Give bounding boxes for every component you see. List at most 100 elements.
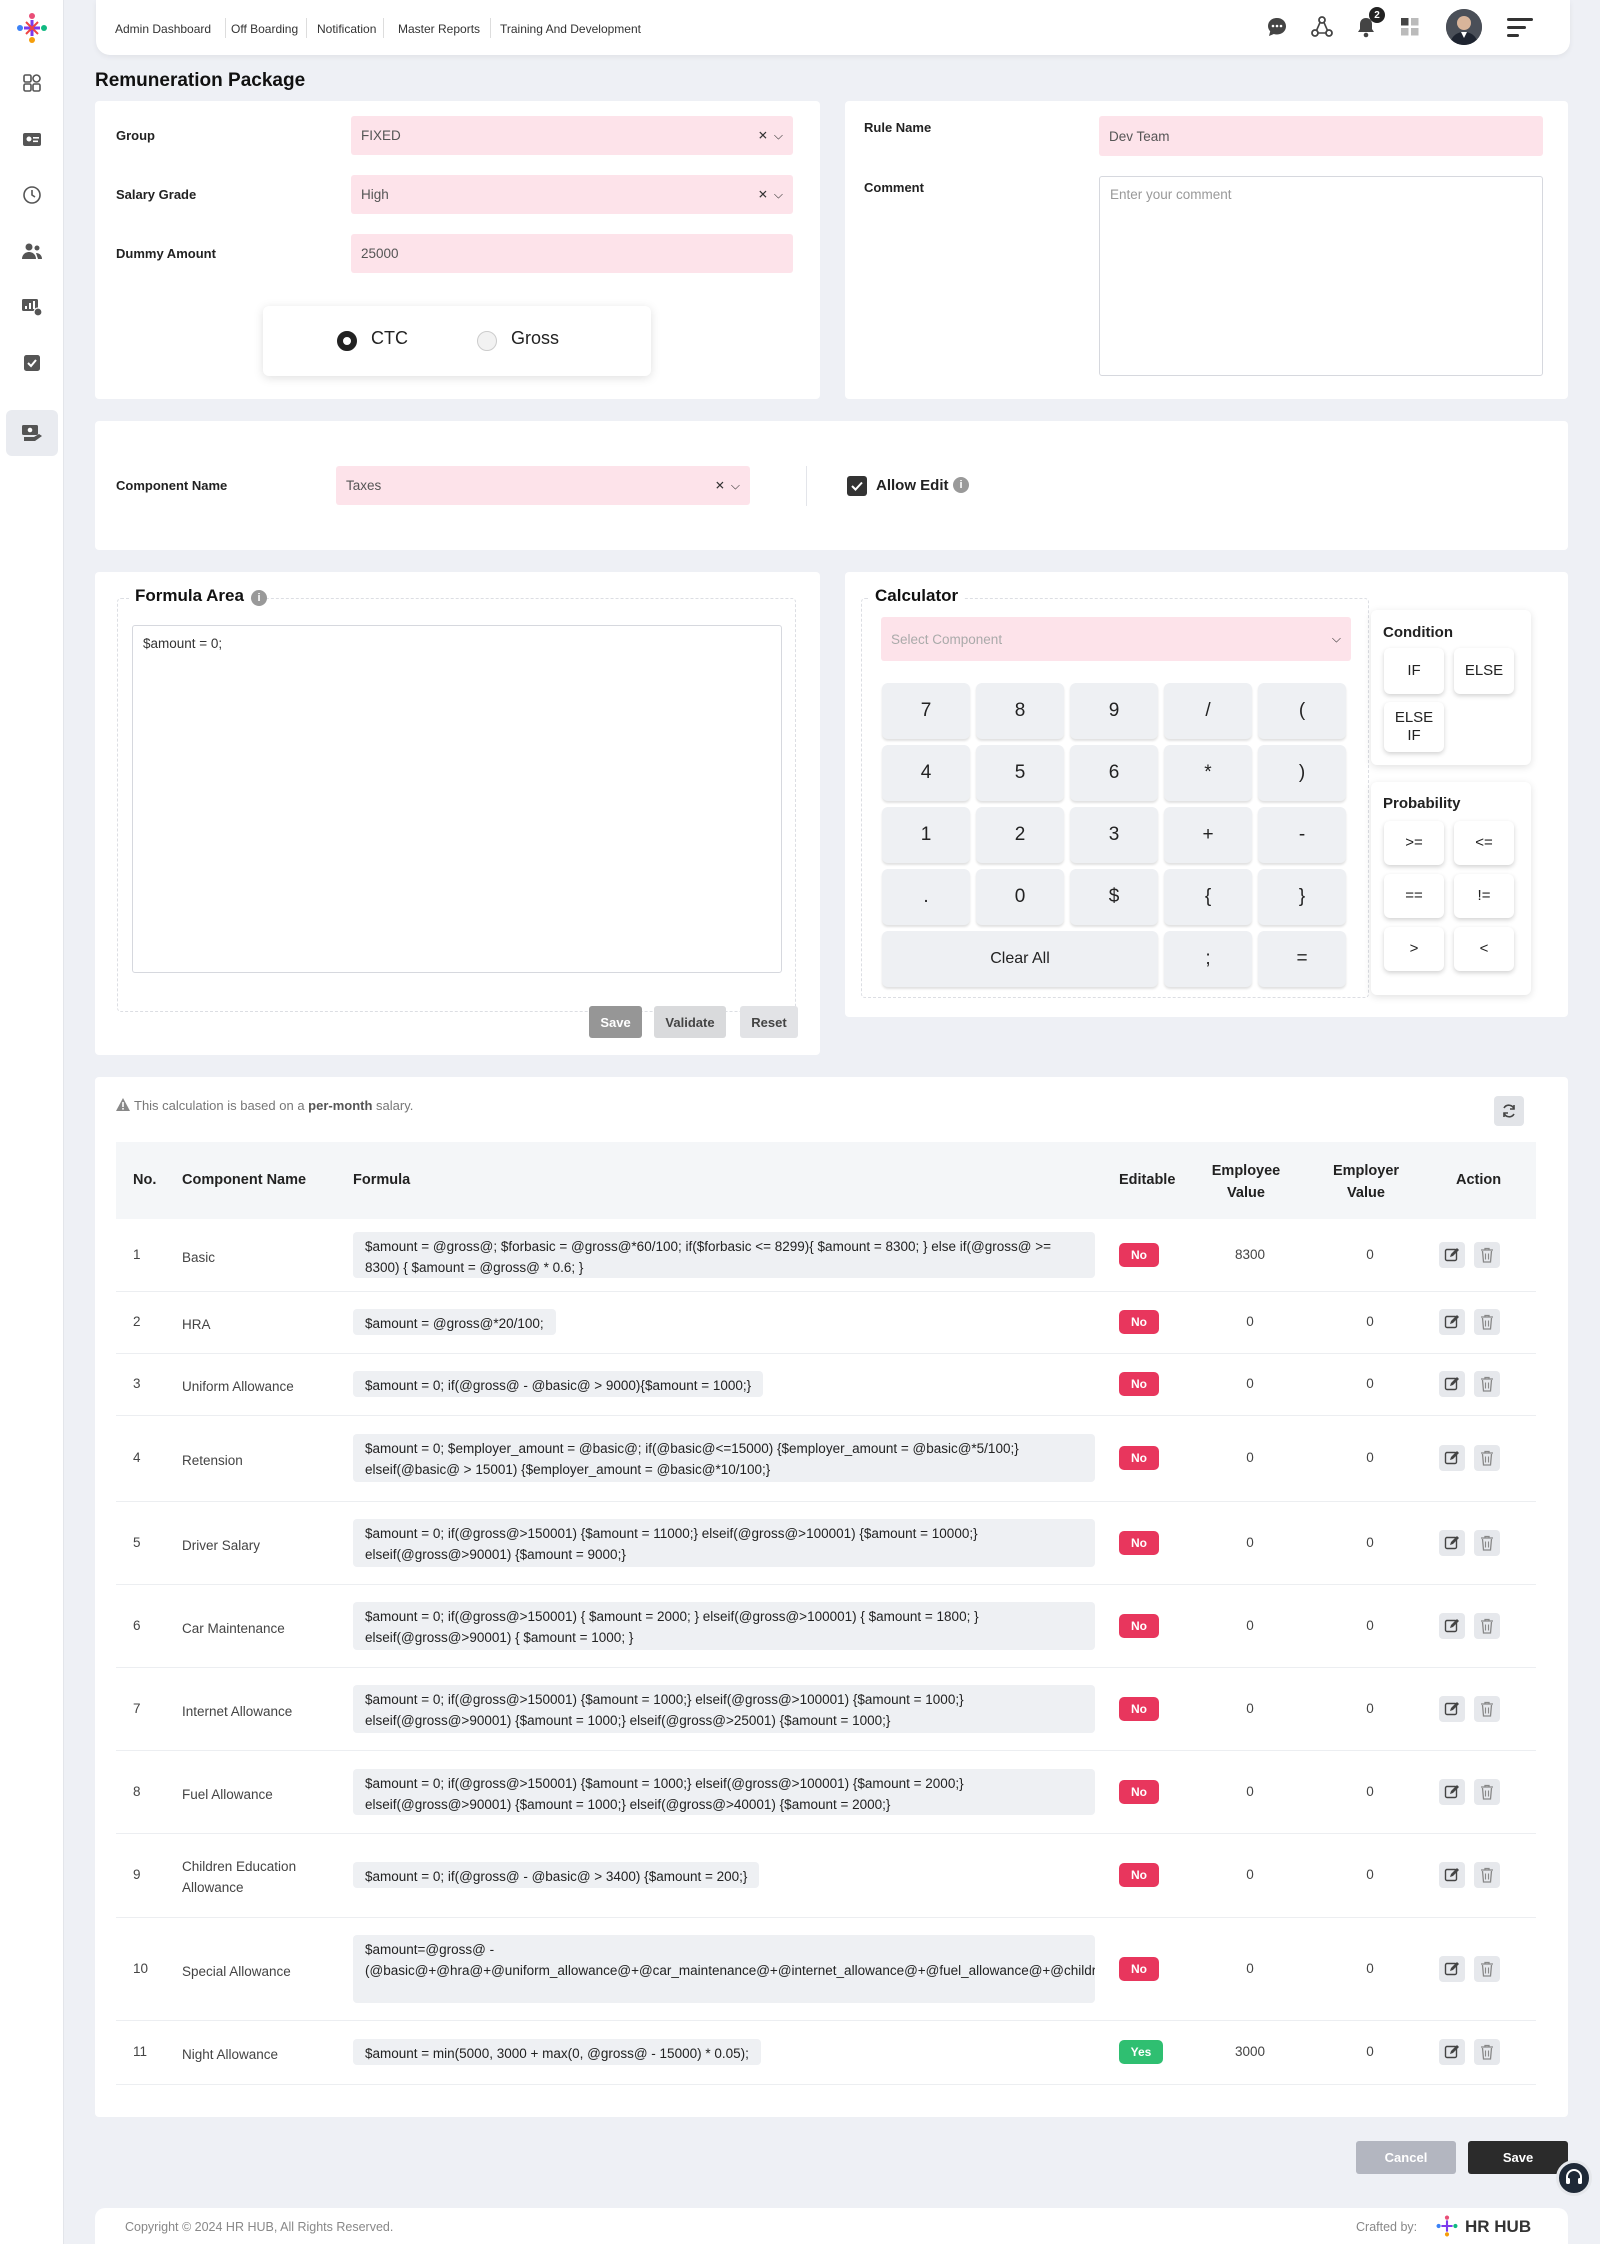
key-else[interactable]: ELSE: [1454, 648, 1514, 694]
edit-row-button[interactable]: [1439, 1778, 1465, 1805]
save-button[interactable]: Save: [1468, 2141, 1568, 2174]
delete-row-button[interactable]: [1474, 1445, 1500, 1471]
delete-row-button[interactable]: [1474, 1529, 1500, 1556]
nav-link-master-reports[interactable]: Master Reports: [398, 22, 480, 36]
key-not-equal[interactable]: !=: [1454, 874, 1514, 918]
edit-row-button[interactable]: [1439, 1862, 1465, 1888]
key-gte[interactable]: >=: [1384, 821, 1444, 865]
key-open-paren[interactable]: (: [1258, 683, 1346, 739]
chevron-down-icon[interactable]: ⌵: [774, 187, 783, 202]
hrhub-logo-icon[interactable]: [12, 8, 52, 48]
clear-icon[interactable]: ✕: [715, 479, 725, 493]
key-lte[interactable]: <=: [1454, 821, 1514, 865]
edit-row-button[interactable]: [1439, 1371, 1465, 1397]
gross-radio[interactable]: [477, 331, 497, 351]
network-icon[interactable]: [1310, 15, 1334, 39]
key-close-brace[interactable]: }: [1258, 869, 1346, 925]
edit-row-button[interactable]: [1439, 1612, 1465, 1639]
key-if[interactable]: IF: [1384, 648, 1444, 694]
gross-radio-label[interactable]: Gross: [511, 328, 559, 349]
key-dollar[interactable]: $: [1070, 869, 1158, 925]
id-card-icon[interactable]: [18, 125, 46, 153]
key-equal-equal[interactable]: ==: [1384, 874, 1444, 918]
formula-save-button[interactable]: Save: [589, 1006, 642, 1038]
delete-row-button[interactable]: [1474, 1612, 1500, 1639]
edit-row-button[interactable]: [1439, 1242, 1465, 1268]
ctc-radio-label[interactable]: CTC: [371, 328, 408, 349]
validate-button[interactable]: Validate: [654, 1006, 726, 1038]
key-close-paren[interactable]: ): [1258, 745, 1346, 801]
key-2[interactable]: 2: [976, 807, 1064, 863]
key-lt[interactable]: <: [1454, 927, 1514, 971]
key-3[interactable]: 3: [1070, 807, 1158, 863]
chat-icon[interactable]: [1266, 16, 1288, 38]
info-icon[interactable]: i: [251, 590, 267, 606]
cancel-button[interactable]: Cancel: [1356, 2141, 1456, 2174]
key-minus[interactable]: -: [1258, 807, 1346, 863]
comment-textarea[interactable]: Enter your comment: [1099, 176, 1543, 376]
rule-name-input[interactable]: Dev Team: [1099, 116, 1543, 156]
key-plus[interactable]: +: [1164, 807, 1252, 863]
allow-edit-label[interactable]: Allow Edit: [876, 477, 949, 494]
delete-row-button[interactable]: [1474, 1242, 1500, 1268]
clear-all-button[interactable]: Clear All: [882, 931, 1158, 987]
delete-row-button[interactable]: [1474, 1309, 1500, 1335]
edit-row-button[interactable]: [1439, 1445, 1465, 1471]
key-dot[interactable]: .: [882, 869, 970, 925]
nav-link-training-development[interactable]: Training And Development: [500, 22, 641, 36]
nav-link-off-boarding[interactable]: Off Boarding: [231, 22, 298, 36]
chevron-down-icon[interactable]: ⌵: [1332, 632, 1341, 647]
salary-grade-select[interactable]: High ✕ ⌵: [351, 175, 793, 214]
refresh-button[interactable]: [1494, 1096, 1524, 1126]
component-name-select[interactable]: Taxes ✕ ⌵: [336, 466, 750, 505]
key-7[interactable]: 7: [882, 683, 970, 739]
chevron-down-icon[interactable]: ⌵: [774, 128, 783, 143]
key-else-if[interactable]: ELSE IF: [1384, 702, 1444, 752]
key-0[interactable]: 0: [976, 869, 1064, 925]
delete-row-button[interactable]: [1474, 1862, 1500, 1888]
delete-row-button[interactable]: [1474, 1695, 1500, 1722]
edit-row-button[interactable]: [1439, 1309, 1465, 1335]
clock-icon[interactable]: [18, 181, 46, 209]
reports-icon[interactable]: [18, 293, 46, 321]
reset-button[interactable]: Reset: [740, 1006, 798, 1038]
key-equals[interactable]: =: [1258, 931, 1346, 987]
nav-link-admin-dashboard[interactable]: Admin Dashboard: [115, 22, 211, 36]
key-6[interactable]: 6: [1070, 745, 1158, 801]
ctc-radio[interactable]: [337, 331, 357, 351]
key-divide[interactable]: /: [1164, 683, 1252, 739]
key-multiply[interactable]: *: [1164, 745, 1252, 801]
apps-grid-icon[interactable]: [1400, 17, 1420, 37]
key-8[interactable]: 8: [976, 683, 1064, 739]
delete-row-button[interactable]: [1474, 2039, 1500, 2065]
key-5[interactable]: 5: [976, 745, 1064, 801]
payroll-icon[interactable]: [18, 419, 46, 447]
delete-row-button[interactable]: [1474, 1371, 1500, 1397]
edit-row-button[interactable]: [1439, 1955, 1465, 1982]
dashboard-icon[interactable]: [18, 69, 46, 97]
key-gt[interactable]: >: [1384, 927, 1444, 971]
user-avatar[interactable]: [1446, 9, 1482, 45]
select-component-dropdown[interactable]: Select Component ⌵: [881, 617, 1351, 661]
allow-edit-checkbox[interactable]: [847, 476, 867, 496]
dummy-amount-input[interactable]: 25000: [351, 234, 793, 273]
formula-textarea[interactable]: $amount = 0;: [132, 625, 782, 973]
edit-row-button[interactable]: [1439, 2039, 1465, 2065]
nav-link-notification[interactable]: Notification: [317, 22, 376, 36]
group-select[interactable]: FIXED ✕ ⌵: [351, 116, 793, 155]
menu-toggle-icon[interactable]: [1506, 15, 1534, 39]
edit-row-button[interactable]: [1439, 1695, 1465, 1722]
checklist-icon[interactable]: [18, 349, 46, 377]
chevron-down-icon[interactable]: ⌵: [731, 478, 740, 493]
clear-icon[interactable]: ✕: [758, 129, 768, 143]
support-chat-button[interactable]: [1556, 2160, 1592, 2196]
key-1[interactable]: 1: [882, 807, 970, 863]
key-open-brace[interactable]: {: [1164, 869, 1252, 925]
delete-row-button[interactable]: [1474, 1955, 1500, 1982]
key-9[interactable]: 9: [1070, 683, 1158, 739]
key-semicolon[interactable]: ;: [1164, 931, 1252, 987]
clear-icon[interactable]: ✕: [758, 188, 768, 202]
delete-row-button[interactable]: [1474, 1778, 1500, 1805]
users-icon[interactable]: [18, 237, 46, 265]
info-icon[interactable]: i: [953, 477, 969, 493]
